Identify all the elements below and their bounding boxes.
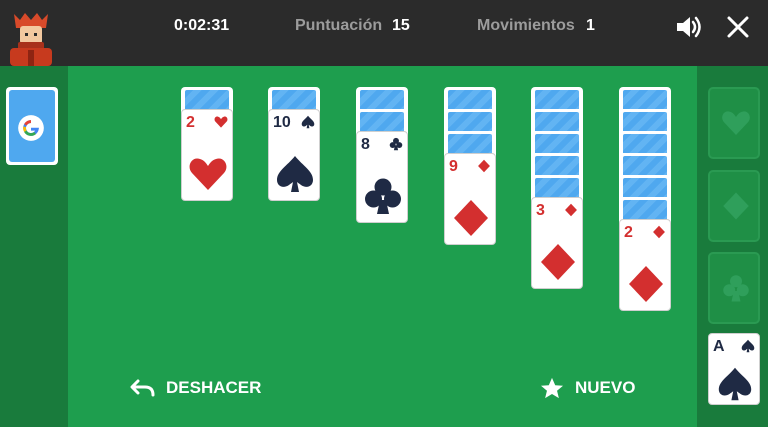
close-icon[interactable] [723, 12, 753, 42]
heart-icon [722, 111, 750, 135]
club-icon [389, 137, 403, 151]
foundation-hearts[interactable] [708, 87, 760, 159]
stock-pile[interactable] [6, 87, 58, 165]
card-back-pattern [448, 90, 492, 109]
foundation-diamonds[interactable] [708, 170, 760, 242]
new-game-label: NUEVO [575, 378, 636, 397]
timer: 0:02:31 [174, 17, 230, 34]
card-back-pattern [535, 178, 579, 197]
diamond-icon [629, 266, 663, 302]
card-rank: 8 [361, 136, 370, 153]
diamond-icon [723, 192, 749, 220]
tableau-card-2[interactable]: 10 [268, 109, 320, 201]
card-back-pattern [623, 178, 667, 197]
star-icon [541, 377, 563, 399]
card-back-pattern [623, 90, 667, 109]
card-back-pattern [272, 90, 316, 109]
card-rank: 2 [624, 224, 633, 241]
moves-label: Movimientos [477, 17, 575, 34]
card-back-pattern [448, 134, 492, 153]
moves-value: 1 [586, 17, 595, 34]
card-back-pattern [623, 200, 667, 219]
card-back-pattern [448, 112, 492, 131]
google-logo-icon [18, 115, 44, 141]
diamond-icon [478, 159, 490, 173]
diamond-icon [454, 200, 488, 236]
foundation-spades-card[interactable]: A [708, 333, 760, 405]
diamond-icon [565, 203, 577, 217]
card-back-pattern [623, 156, 667, 175]
score-label: Puntuación [295, 17, 383, 34]
new-game-button[interactable]: NUEVO [539, 376, 635, 400]
score-value: 15 [392, 17, 410, 34]
card-back-pattern [535, 156, 579, 175]
tableau-card-1[interactable]: 2 [181, 109, 233, 201]
spade-icon [301, 115, 315, 129]
diamond-icon [653, 225, 665, 239]
spade-icon [718, 367, 752, 401]
spade-icon [741, 339, 755, 353]
card-back-pattern [360, 112, 404, 131]
card-back-pattern [535, 134, 579, 153]
diamond-icon [541, 244, 575, 280]
undo-button[interactable]: DESHACER [130, 376, 261, 400]
card-rank: 10 [273, 114, 291, 131]
card-back-pattern [623, 112, 667, 131]
card-rank: 3 [536, 202, 545, 219]
card-rank: 9 [449, 158, 458, 175]
undo-arrow-icon [130, 379, 155, 397]
spade-icon [277, 156, 313, 192]
speaker-icon[interactable] [673, 12, 703, 42]
club-icon [365, 178, 401, 214]
club-icon [723, 275, 749, 302]
heart-icon [214, 116, 228, 128]
card-back-pattern [185, 90, 229, 109]
tableau-card-6[interactable]: 2 [619, 219, 671, 311]
heart-icon [189, 158, 227, 190]
top-bar: 0:02:31 Puntuación 15 Movimientos 1 [0, 0, 768, 66]
card-rank: 2 [186, 114, 195, 131]
card-back-pattern [535, 90, 579, 109]
foundation-clubs[interactable] [708, 252, 760, 324]
tableau-card-5[interactable]: 3 [531, 197, 583, 289]
card-back-pattern [623, 134, 667, 153]
card-rank: A [713, 338, 725, 355]
undo-label: DESHACER [166, 378, 262, 397]
tableau-card-3[interactable]: 8 [356, 131, 408, 223]
player-avatar-icon [10, 13, 52, 66]
tableau-card-4[interactable]: 9 [444, 153, 496, 245]
card-back-pattern [360, 90, 404, 109]
card-back-pattern [535, 112, 579, 131]
